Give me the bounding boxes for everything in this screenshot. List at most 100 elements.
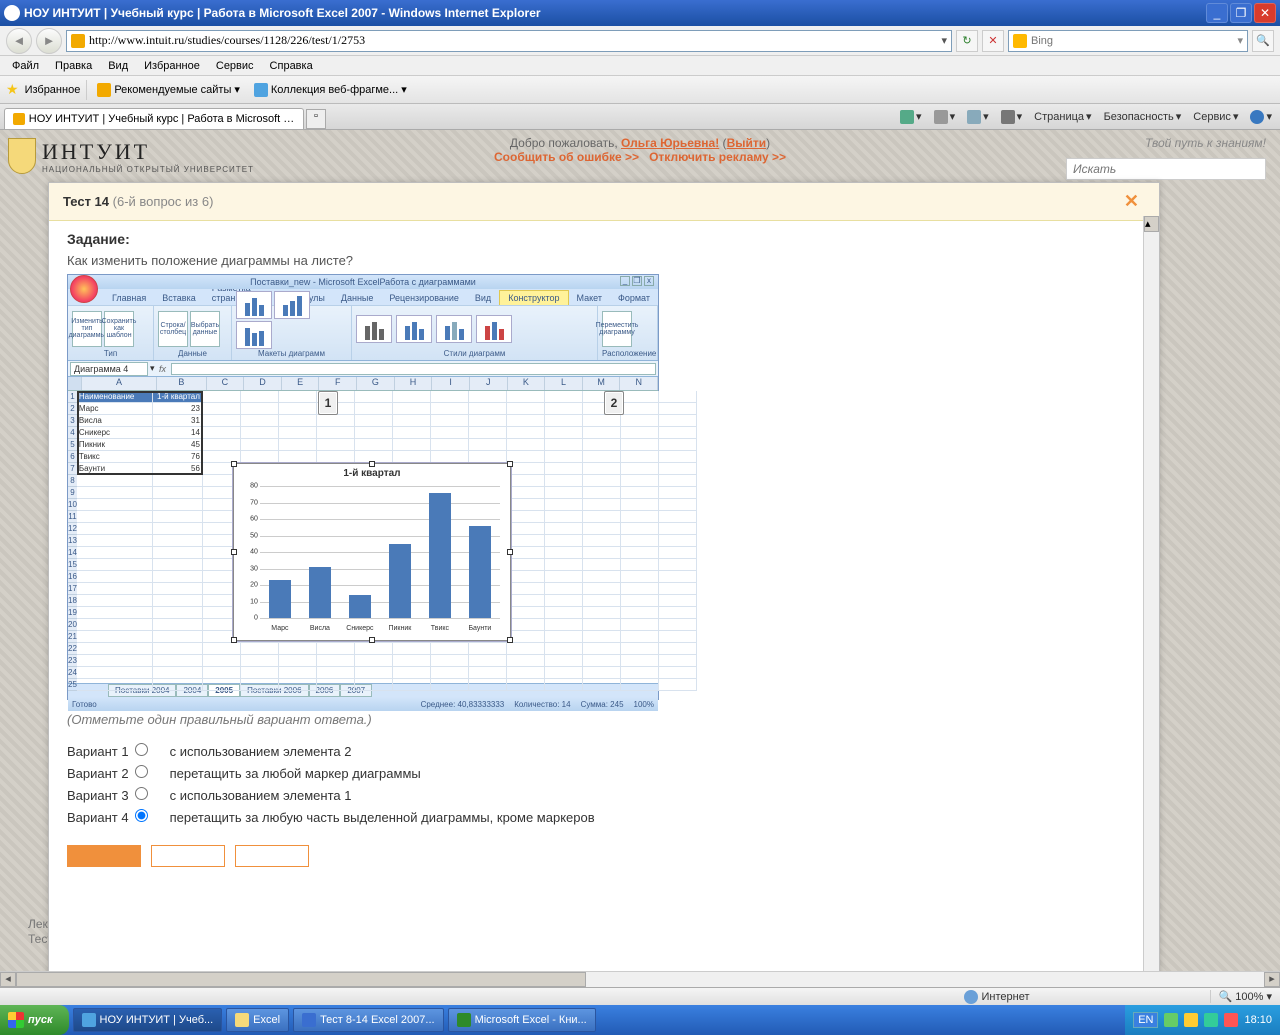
test-progress: (6-й вопрос из 6) <box>113 194 214 209</box>
ribbon-tab-home: Главная <box>104 291 154 305</box>
safety-menu[interactable]: Безопасность ▾ <box>1100 108 1186 125</box>
ribbon-group-data: Строка/столбец Выбрать данные Данные <box>154 306 232 360</box>
tray-icon[interactable] <box>1224 1013 1238 1027</box>
welcome-text: Добро пожаловать, <box>510 136 621 150</box>
search-input[interactable] <box>1031 35 1233 47</box>
name-box: Диаграмма 4 <box>70 362 148 376</box>
favorites-label[interactable]: Избранное <box>25 84 81 96</box>
taskbar-task[interactable]: Excel <box>226 1008 289 1032</box>
task-icon <box>457 1013 471 1027</box>
secondary-button-2[interactable] <box>235 845 309 867</box>
tray-icon[interactable] <box>1204 1013 1218 1027</box>
page-h-scrollbar[interactable]: ◂ ▸ <box>0 971 1280 987</box>
option-radio[interactable] <box>135 809 148 822</box>
taskbar-task[interactable]: Microsoft Excel - Кни... <box>448 1008 596 1032</box>
maximize-button[interactable]: ❐ <box>1230 3 1252 23</box>
answer-option[interactable]: Вариант 4перетащить за любую часть выдел… <box>67 809 595 825</box>
menu-help[interactable]: Справка <box>264 58 319 74</box>
clock[interactable]: 18:10 <box>1244 1014 1272 1026</box>
menu-view[interactable]: Вид <box>102 58 134 74</box>
modal-body: Задание: Как изменить положение диаграмм… <box>49 221 1159 987</box>
back-button[interactable]: ◄ <box>6 28 32 54</box>
language-indicator[interactable]: EN <box>1133 1012 1158 1028</box>
excel-titlebar: Поставки_new - Microsoft Excel Работа с … <box>68 275 658 289</box>
menu-favorites[interactable]: Избранное <box>138 58 206 74</box>
option-radio[interactable] <box>135 743 148 756</box>
tab-strip: НОУ ИНТУИТ | Учебный курс | Работа в Mic… <box>0 104 1280 130</box>
start-button[interactable]: пуск <box>0 1005 69 1035</box>
home-button[interactable]: ▾ <box>896 108 926 126</box>
scroll-up-icon[interactable]: ▴ <box>1144 216 1159 232</box>
url-input[interactable] <box>89 33 937 48</box>
formula-input <box>171 363 656 375</box>
tray-icon[interactable] <box>1184 1013 1198 1027</box>
taskbar-task[interactable]: Тест 8-14 Excel 2007... <box>293 1008 443 1032</box>
new-tab-button[interactable]: ▫ <box>306 109 326 129</box>
print-button[interactable]: ▾ <box>997 108 1027 126</box>
modal-scrollbar[interactable]: ▴ ▾ <box>1143 216 1159 987</box>
page-menu[interactable]: Страница ▾ <box>1030 108 1095 125</box>
secondary-button-1[interactable] <box>151 845 225 867</box>
option-text: с использованием элемента 1 <box>170 787 595 803</box>
site-logo[interactable]: ИНТУИТ НАЦИОНАЛЬНЫЙ ОТКРЫТЫЙ УНИВЕРСИТЕТ <box>8 138 254 174</box>
submit-button[interactable] <box>67 845 141 867</box>
search-dropdown-icon[interactable]: ▾ <box>1237 34 1243 47</box>
ribbon-tab-review: Рецензирование <box>381 291 467 305</box>
browser-tab[interactable]: НОУ ИНТУИТ | Учебный курс | Работа в Mic… <box>4 108 304 129</box>
ribbon-tab-insert: Вставка <box>154 291 203 305</box>
favorites-star-icon[interactable]: ★ <box>6 81 19 98</box>
tray-icon[interactable] <box>1164 1013 1178 1027</box>
excel-statusbar: Готово Среднее: 40,83333333 Количество: … <box>68 697 658 711</box>
change-chart-type-icon: Изменить тип диаграммы <box>72 311 102 347</box>
option-radio[interactable] <box>135 787 148 800</box>
taskbar-task[interactable]: НОУ ИНТУИТ | Учеб... <box>73 1008 223 1032</box>
answer-option[interactable]: Вариант 3 с использованием элемента 1 <box>67 787 595 803</box>
tab-favicon-icon <box>13 113 25 125</box>
site-search-input[interactable] <box>1066 158 1266 180</box>
option-text: перетащить за любой маркер диаграммы <box>170 765 595 781</box>
ribbon: Изменить тип диаграммы Сохранить как шаб… <box>68 305 658 361</box>
scroll-left-icon[interactable]: ◂ <box>0 972 16 987</box>
modal-close-button[interactable]: ✕ <box>1118 191 1145 212</box>
menu-file[interactable]: Файл <box>6 58 45 74</box>
zoom-level[interactable]: 🔍 100% ▾ <box>1210 990 1280 1003</box>
stop-button[interactable]: ✕ <box>982 30 1004 52</box>
close-button[interactable]: ✕ <box>1254 3 1276 23</box>
answer-hint: (Отметьте один правильный вариант ответа… <box>67 712 1141 727</box>
answer-option[interactable]: Вариант 2перетащить за любой маркер диаг… <box>67 765 595 781</box>
report-error-link[interactable]: Сообщить об ошибке >> <box>494 150 639 164</box>
minimize-button[interactable]: _ <box>1206 3 1228 23</box>
ribbon-group-styles: Стили диаграмм <box>352 306 598 360</box>
option-radio[interactable] <box>135 765 148 778</box>
menu-edit[interactable]: Правка <box>49 58 98 74</box>
help-icon <box>1250 110 1264 124</box>
menu-tools[interactable]: Сервис <box>210 58 260 74</box>
refresh-button[interactable]: ↻ <box>956 30 978 52</box>
search-box[interactable]: ▾ <box>1008 30 1248 52</box>
mail-button[interactable]: ▾ <box>963 108 993 126</box>
task-label: Задание: <box>67 231 1141 247</box>
search-go-button[interactable]: 🔍 <box>1252 30 1274 52</box>
service-menu[interactable]: Сервис ▾ <box>1189 108 1242 125</box>
scroll-right-icon[interactable]: ▸ <box>1264 972 1280 987</box>
forward-button[interactable]: ► <box>36 28 62 54</box>
logout-link[interactable]: Выйти <box>727 136 767 150</box>
address-bar[interactable]: ▾ <box>66 30 952 52</box>
option-label: Вариант 3 <box>67 787 135 803</box>
ribbon-tab-view: Вид <box>467 291 499 305</box>
url-dropdown-icon[interactable]: ▾ <box>941 34 947 47</box>
fav-recommended[interactable]: Рекомендуемые сайты ▾ <box>93 81 244 99</box>
scroll-thumb[interactable] <box>16 972 586 987</box>
favorites-bar: ★ Избранное Рекомендуемые сайты ▾ Коллек… <box>0 76 1280 104</box>
brand-subtitle: НАЦИОНАЛЬНЫЙ ОТКРЫТЫЙ УНИВЕРСИТЕТ <box>42 165 254 174</box>
taskbar: пуск НОУ ИНТУИТ | Учеб...ExcelТест 8-14 … <box>0 1005 1280 1035</box>
rss-button[interactable]: ▾ <box>930 108 960 126</box>
nav-toolbar: ◄ ► ▾ ↻ ✕ ▾ 🔍 <box>0 26 1280 56</box>
system-tray: EN 18:10 <box>1125 1005 1280 1035</box>
excel-doc-title: Поставки_new - Microsoft Excel <box>250 277 379 287</box>
disable-ads-link[interactable]: Отключить рекламу >> <box>649 150 786 164</box>
user-link[interactable]: Ольга Юрьевна! <box>621 136 719 150</box>
fav-web-fragments[interactable]: Коллекция веб-фрагме... ▾ <box>250 81 411 99</box>
answer-option[interactable]: Вариант 1с использованием элемента 2 <box>67 743 595 759</box>
help-button[interactable]: ▾ <box>1246 108 1276 126</box>
